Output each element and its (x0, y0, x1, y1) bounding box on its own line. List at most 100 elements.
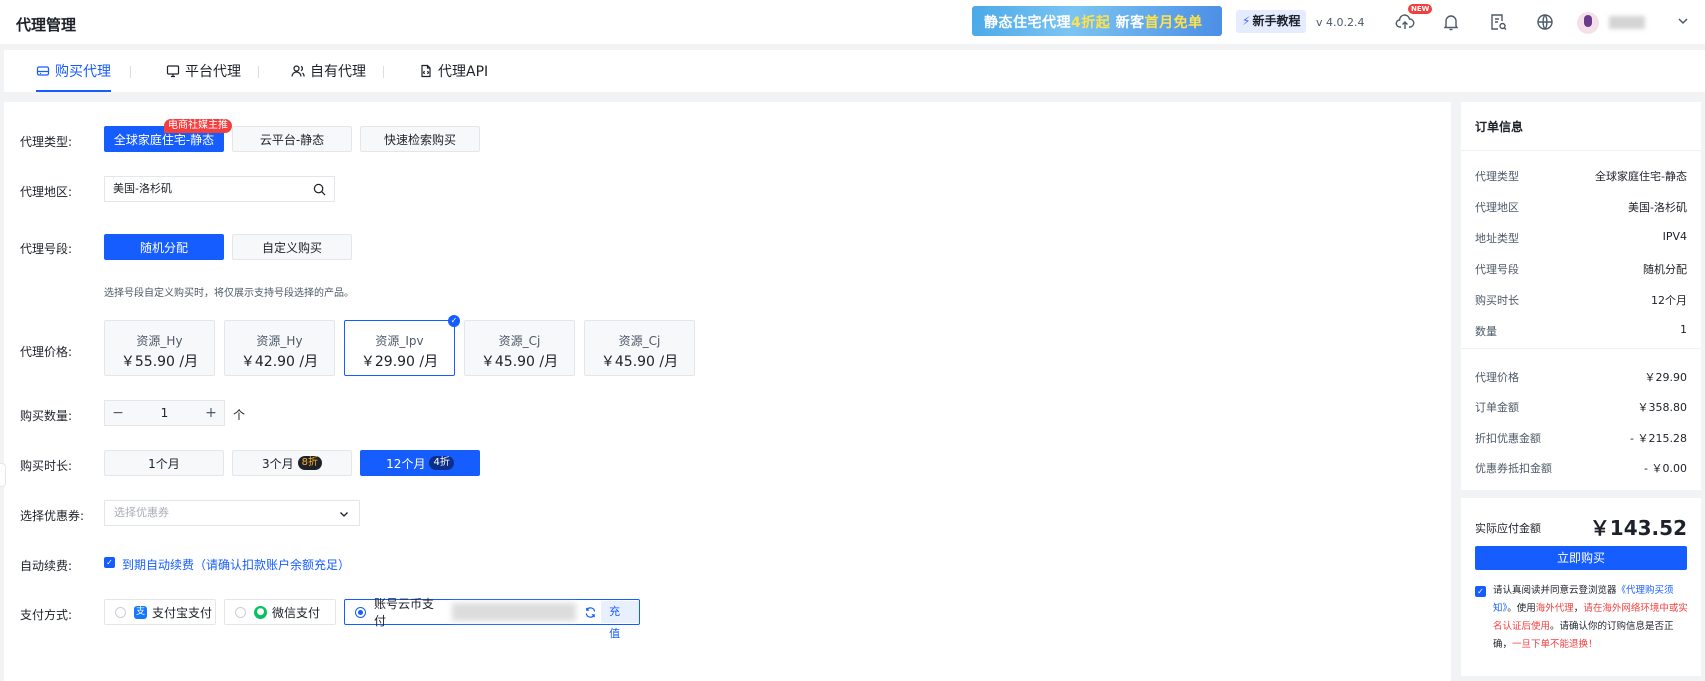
order-info-title: 订单信息 (1475, 120, 1524, 134)
monitor-icon (166, 65, 180, 78)
duration-3-months[interactable]: 3个月 8折 (232, 450, 352, 476)
price-card[interactable]: 资源_Hy ￥55.90 /月 (104, 320, 215, 376)
order-key: 数量 (1475, 325, 1497, 338)
coupon-placeholder: 选择优惠券 (114, 506, 169, 519)
divider (1461, 150, 1701, 151)
search-icon[interactable] (313, 183, 326, 196)
price-card-name: 资源_Cj (498, 334, 541, 348)
document-search-icon[interactable] (1488, 12, 1508, 32)
price-card-name: 资源_Hy (136, 334, 183, 348)
chevron-down-icon[interactable] (1675, 13, 1691, 29)
collapse-handle[interactable] (0, 463, 6, 487)
terms-checkbox[interactable]: ✓ (1475, 586, 1486, 597)
banner-text-d: 首月免单 (1144, 15, 1203, 31)
pay-account-coin[interactable]: 账号云币支付 充值 (344, 597, 640, 640)
refresh-icon[interactable] (584, 606, 597, 619)
tab-buy-proxy[interactable]: 购买代理 (36, 50, 111, 92)
price-card-price: ￥42.90 /月 (240, 354, 319, 370)
coupon-select[interactable]: 选择优惠券 (104, 500, 360, 526)
increment-button[interactable]: + (198, 405, 224, 421)
discount-badge: 4折 (429, 456, 454, 470)
amount-value: - ￥215.28 (1630, 432, 1687, 445)
promo-banner[interactable]: 静态住宅代理4折起 新客首月免单 (972, 6, 1222, 36)
tab-label: 平台代理 (185, 64, 241, 80)
price-card-price: ￥45.90 /月 (600, 354, 679, 370)
price-card-selected[interactable]: 资源_Ipv ￥29.90 /月 ✓ (344, 315, 460, 376)
hot-badge: 电商社媒主推 (164, 119, 232, 133)
order-key: 购买时长 (1475, 294, 1519, 307)
tab-bar: 购买代理 平台代理 自有代理 代理API (4, 50, 1705, 92)
type-option-cloud-static[interactable]: 云平台-静态 (232, 126, 352, 152)
duration-text: 12个月 (386, 456, 426, 471)
terms-warning: 海外代理 (1535, 603, 1574, 614)
auto-renew-checkbox[interactable]: ✓ (104, 557, 115, 568)
globe-icon[interactable] (1535, 12, 1555, 32)
order-row: 代理类型 全球家庭住宅-静态 (1475, 168, 1687, 184)
region-input[interactable]: 美国-洛杉矶 (104, 176, 335, 202)
region-value: 美国-洛杉矶 (113, 182, 172, 195)
buy-now-button[interactable]: 立即购买 (1475, 546, 1687, 570)
cloud-upload-icon[interactable] (1395, 12, 1415, 32)
segment-random[interactable]: 随机分配 (104, 234, 224, 260)
order-info-panel: 订单信息 代理类型 全球家庭住宅-静态 代理地区 美国-洛杉矶 地址类型 IPV4 代… (1461, 102, 1701, 490)
tab-divider (258, 66, 259, 78)
discount-badge: 8折 (297, 456, 322, 470)
amount-row: 折扣优惠金额 - ￥215.28 (1475, 430, 1687, 446)
amount-row: 订单金额 ￥358.80 (1475, 399, 1687, 415)
order-value: IPV4 (1662, 230, 1687, 243)
pay-label: 微信支付 (272, 605, 321, 620)
price-card[interactable]: 资源_Cj ￥45.90 /月 (584, 320, 695, 376)
duration-text: 3个月 (261, 456, 294, 471)
tab-label: 自有代理 (310, 64, 366, 80)
user-group-icon (291, 65, 305, 77)
avatar[interactable] (1577, 12, 1599, 34)
banner-text-a: 静态住宅代理 (984, 15, 1071, 31)
storage-icon (36, 66, 50, 76)
recharge-button[interactable]: 充值 (601, 601, 639, 640)
order-key: 代理号段 (1475, 263, 1519, 276)
order-value: 12个月 (1651, 294, 1687, 307)
terms-text: 请认真阅读并同意云登浏览器《代理购买须知》。使用海外代理，请在海外网络环境中或实… (1493, 582, 1689, 654)
alipay-icon: 支 (134, 605, 147, 619)
decrement-button[interactable]: − (105, 405, 131, 421)
auto-renew-label: 自动续费: (20, 559, 73, 573)
amount-key: 代理价格 (1475, 371, 1519, 384)
tab-proxy-api[interactable]: 代理API (419, 50, 488, 92)
amount-value: ￥358.80 (1637, 401, 1688, 414)
duration-12-months[interactable]: 12个月 4折 (360, 450, 480, 476)
payable-label: 实际应付金额 (1475, 522, 1541, 535)
order-row: 代理号段 随机分配 (1475, 261, 1687, 277)
tab-platform-proxy[interactable]: 平台代理 (166, 50, 241, 92)
order-value: 随机分配 (1643, 263, 1687, 276)
top-header: 代理管理 静态住宅代理4折起 新客首月免单 ⚡ 新手教程 v 4.0.2.4 NE… (0, 0, 1705, 44)
auto-renew-text[interactable]: 到期自动续费（请确认扣款账户余额充足） (122, 556, 350, 573)
duration-label: 购买时长: (20, 459, 73, 473)
duration-1-month[interactable]: 1个月 (104, 450, 224, 476)
price-card[interactable]: 资源_Cj ￥45.90 /月 (464, 320, 575, 376)
banner-text-c: 新客 (1110, 15, 1145, 31)
proxy-type-label: 代理类型: (20, 135, 73, 149)
bell-icon[interactable] (1441, 12, 1461, 32)
pay-alipay[interactable]: 支支付宝支付 (104, 599, 216, 625)
order-key: 代理地区 (1475, 201, 1519, 214)
coupon-label: 选择优惠券: (20, 509, 85, 523)
price-card[interactable]: 资源_Hy ￥42.90 /月 (224, 320, 335, 376)
price-card-name: 资源_Cj (618, 334, 661, 348)
radio (235, 606, 246, 618)
quantity-label: 购买数量: (20, 409, 73, 423)
lightning-icon: ⚡ (1242, 14, 1251, 28)
order-row: 地址类型 IPV4 (1475, 230, 1687, 246)
order-value: 美国-洛杉矶 (1628, 201, 1687, 214)
segment-custom[interactable]: 自定义购买 (232, 234, 352, 260)
quantity-value[interactable]: 1 (131, 406, 198, 420)
terms-warning: 一旦下单不能退换！ (1512, 639, 1598, 650)
type-option-quick-search[interactable]: 快速检索购买 (360, 126, 480, 152)
order-value: 1 (1680, 323, 1687, 336)
radio (115, 606, 126, 618)
tab-own-proxy[interactable]: 自有代理 (291, 50, 366, 92)
order-value: 全球家庭住宅-静态 (1595, 170, 1687, 183)
pay-wechat[interactable]: ● 微信支付 (224, 599, 336, 625)
payment-summary-panel: 实际应付金额 ￥143.52 立即购买 ✓ 请认真阅读并同意云登浏览器《代理购买… (1461, 498, 1701, 676)
tab-label: 代理API (438, 64, 489, 80)
newbie-tutorial-button[interactable]: ⚡ 新手教程 (1236, 10, 1307, 33)
